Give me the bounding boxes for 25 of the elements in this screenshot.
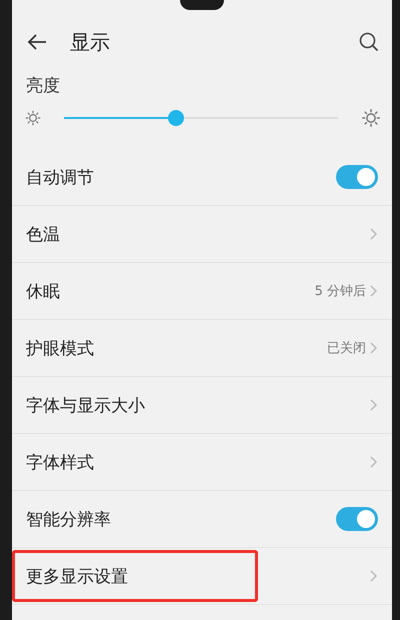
setting-label[interactable]: 色温 [26, 222, 370, 246]
search-icon[interactable] [358, 31, 380, 53]
setting-label[interactable]: 更多显示设置 [26, 564, 370, 588]
page-title: 显示 [70, 28, 111, 56]
brightness-icon [24, 109, 42, 127]
setting-label[interactable]: 智能分辨率 [26, 508, 336, 530]
chevron-icon [370, 570, 378, 582]
brightness-icon [360, 107, 382, 129]
chevron-icon [370, 342, 378, 354]
setting-value: 5 分钟后 [314, 283, 366, 300]
setting-label[interactable]: 护眼模式 [26, 336, 327, 360]
setting-label[interactable]: 字体样式 [26, 450, 370, 474]
brightness-label: 亮度 [25, 75, 61, 97]
chevron-icon [370, 399, 378, 411]
camera-notch [180, 0, 224, 10]
setting-label[interactable]: 自动调节 [26, 166, 336, 188]
toggle-switch[interactable] [336, 165, 378, 189]
slider-thumb[interactable] [168, 110, 184, 126]
chevron-icon [370, 228, 378, 240]
toggle-switch[interactable] [336, 507, 378, 531]
chevron-icon [370, 456, 378, 468]
setting-value: 已关闭 [327, 340, 366, 357]
setting-label[interactable]: 字体与显示大小 [26, 394, 370, 416]
chevron-icon [370, 285, 378, 297]
setting-label[interactable]: 休眠 [26, 280, 315, 302]
